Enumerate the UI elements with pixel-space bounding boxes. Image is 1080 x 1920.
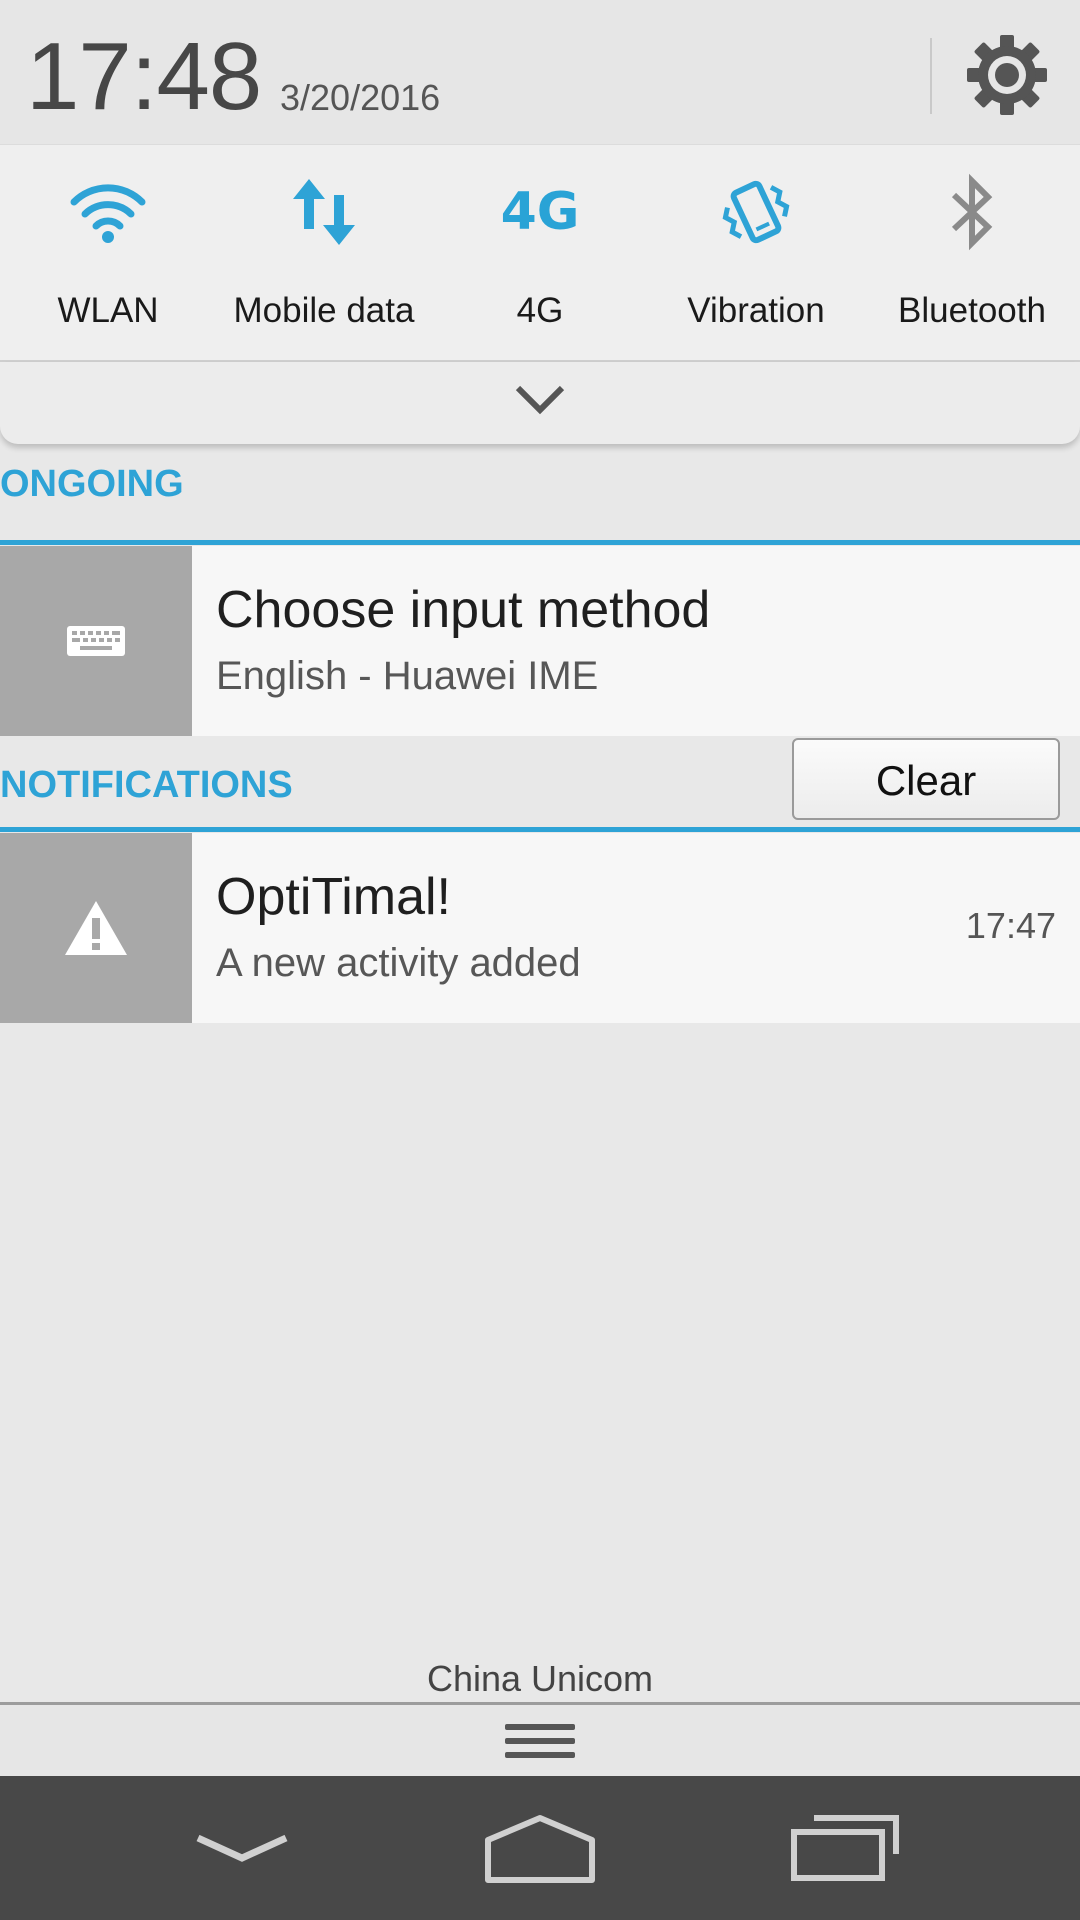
toggle-vibration[interactable]: Vibration: [648, 145, 864, 361]
home-icon: [485, 1815, 595, 1883]
recents-icon: [791, 1815, 899, 1881]
drag-handle-icon: [505, 1724, 575, 1758]
carrier-label: China Unicom: [426, 1658, 654, 1699]
notification-title: Choose input method: [216, 581, 711, 639]
warning-icon: [0, 833, 192, 1023]
navigation-bar: [0, 1776, 1080, 1920]
toggle-4g[interactable]: 4G 4G: [432, 145, 648, 361]
section-ongoing: ONGOING: [0, 463, 184, 505]
toggle-wlan[interactable]: WLAN: [0, 145, 216, 361]
keyboard-icon: [0, 546, 192, 736]
chevron-down-icon: [515, 385, 565, 415]
status-header: 17:48 3/20/2016: [0, 0, 1080, 144]
notification-time: 17:47: [965, 905, 1056, 946]
toggle-bluetooth[interactable]: Bluetooth: [864, 145, 1080, 361]
notification-input-method[interactable]: Choose input method English - Huawei IME: [0, 546, 1080, 736]
header-divider: [930, 38, 932, 114]
vibration-icon: [711, 167, 801, 257]
back-button[interactable]: [182, 1810, 302, 1890]
date: 3/20/2016: [280, 77, 441, 118]
toggle-label: Bluetooth: [898, 291, 1046, 330]
section-divider: [0, 540, 1080, 545]
quick-settings-panel: WLAN Mobile data 4G 4G Vibration Bluetoo…: [0, 144, 1080, 361]
section-divider: [0, 827, 1080, 832]
home-button[interactable]: [480, 1810, 600, 1890]
toggle-label: 4G: [516, 291, 564, 330]
notification-optitimal[interactable]: OptiTimal! 17:47 A new activity added: [0, 833, 1080, 1023]
toggle-label: Vibration: [687, 291, 825, 330]
bluetooth-icon: [927, 167, 1017, 257]
gear-icon[interactable]: [966, 34, 1048, 116]
toggle-label: Mobile data: [233, 291, 415, 330]
drag-handle-area[interactable]: [0, 1705, 1080, 1776]
recents-button[interactable]: [784, 1810, 904, 1890]
toggle-mobile-data[interactable]: Mobile data: [216, 145, 432, 361]
notification-subtitle: English - Huawei IME: [216, 654, 599, 698]
notification-title: OptiTimal!: [216, 868, 451, 926]
clear-button[interactable]: Clear: [792, 738, 1060, 820]
clock: 17:48: [26, 23, 262, 130]
mobile-data-icon: [279, 167, 369, 257]
back-icon: [196, 1834, 288, 1862]
notification-subtitle: A new activity added: [216, 941, 581, 985]
expand-toggles-button[interactable]: [0, 362, 1080, 444]
wifi-icon: [63, 167, 153, 257]
toggle-label: WLAN: [57, 291, 159, 330]
4g-icon: 4G: [500, 182, 580, 242]
